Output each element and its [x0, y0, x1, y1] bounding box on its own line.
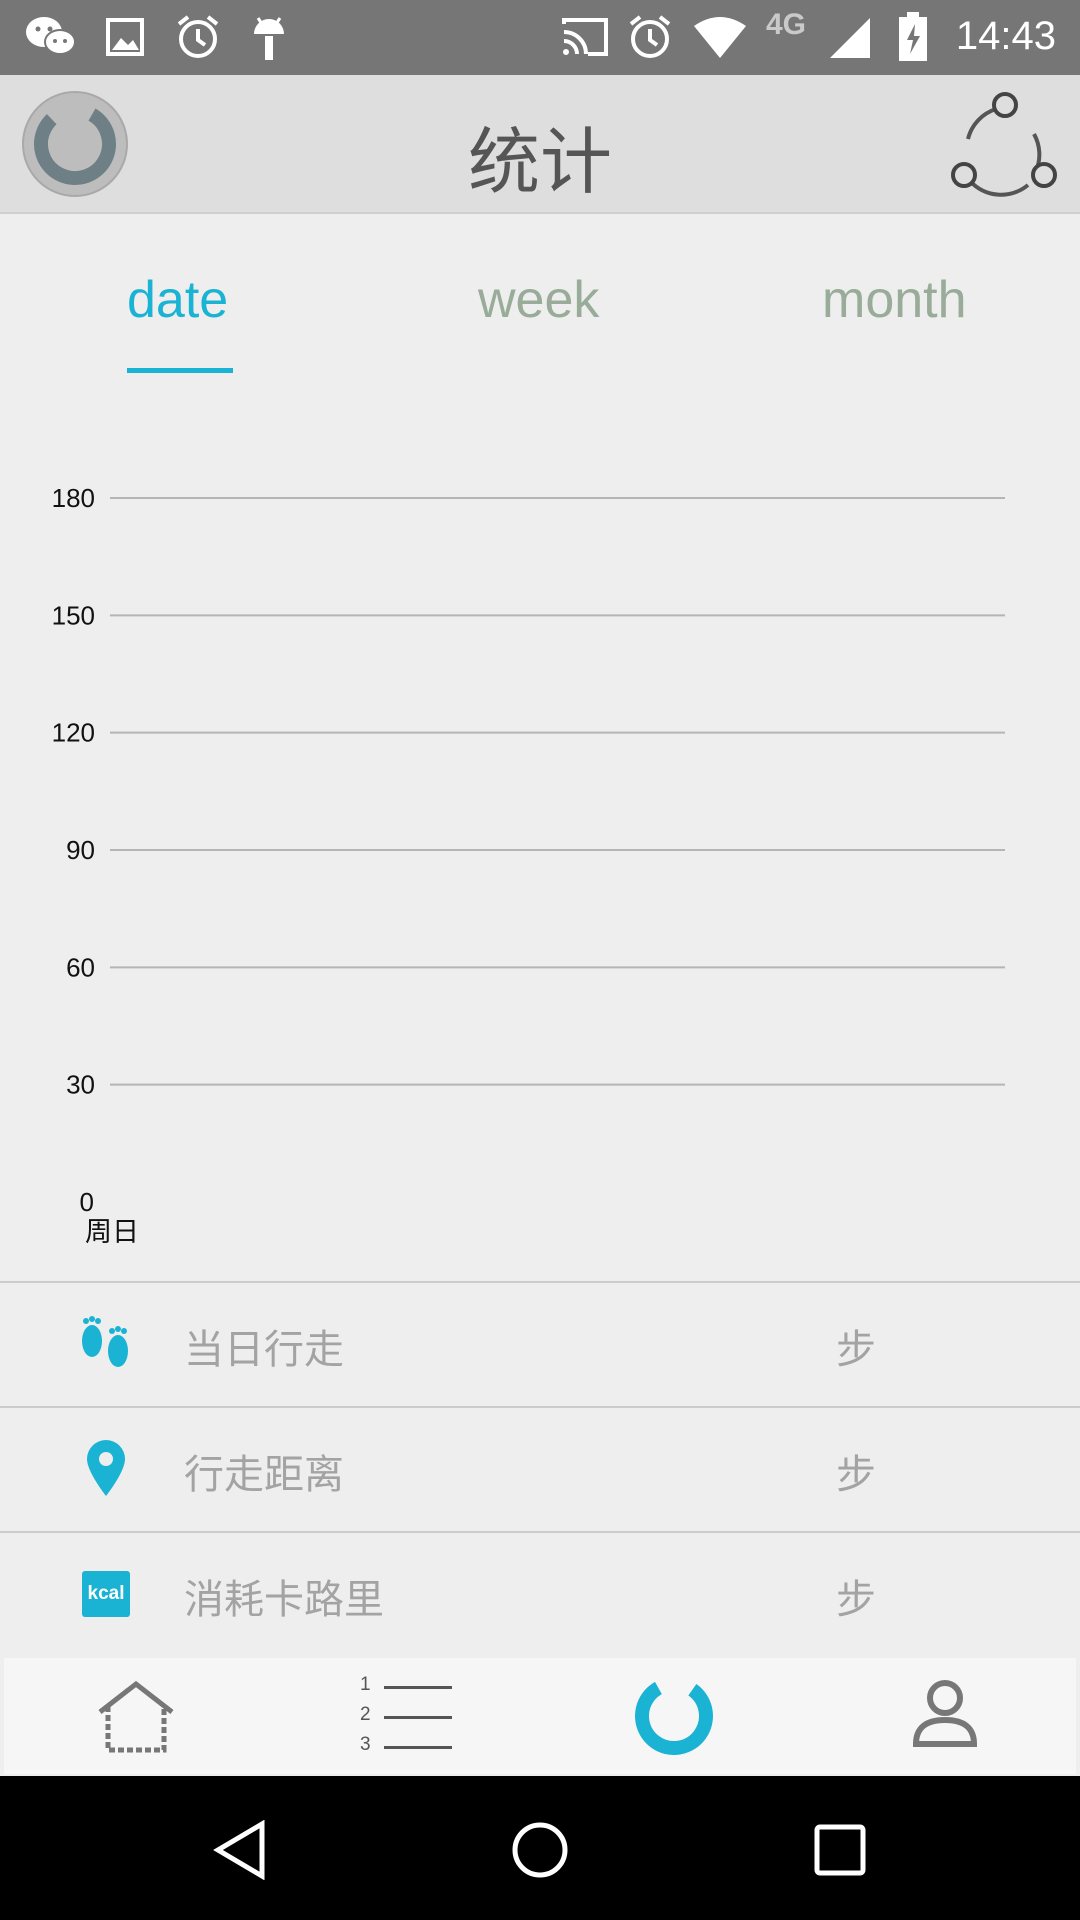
back-icon[interactable]: [212, 1820, 268, 1880]
status-bar: 4G 14:43: [0, 0, 1080, 75]
home-button-icon[interactable]: [510, 1820, 570, 1880]
share-icon[interactable]: [948, 89, 1058, 199]
list-line: [384, 1686, 452, 1689]
y-tick-label: 30: [66, 1070, 95, 1100]
image-icon: [106, 18, 144, 56]
location-pin-icon: [87, 1440, 125, 1496]
wifi-icon: [694, 17, 746, 58]
home-icon[interactable]: [96, 1680, 176, 1754]
stat-label: 当日行走: [184, 1327, 344, 1373]
rank-number: 2: [360, 1704, 371, 1725]
wechat-icon: [26, 17, 76, 55]
stat-label: 消耗卡路里: [184, 1577, 384, 1623]
network-type-label: 4G: [766, 8, 807, 41]
alarm-icon: [177, 15, 219, 58]
page-title: 统计: [467, 120, 612, 204]
stat-row-daily-steps: 当日行走 步: [0, 1281, 1080, 1407]
ranked-list-icon[interactable]: 1 2 3: [356, 1674, 456, 1762]
android-icon: [254, 17, 284, 60]
bottom-nav: 1 2 3: [4, 1658, 1076, 1774]
kcal-icon: kcal: [82, 1571, 130, 1617]
rank-number: 3: [360, 1734, 371, 1755]
stat-unit: 步: [836, 1327, 876, 1373]
stat-unit: 步: [836, 1577, 876, 1623]
list-line: [384, 1716, 452, 1719]
signal-icon: [830, 18, 870, 58]
statistics-ring-icon[interactable]: [632, 1674, 716, 1758]
system-nav-bar: [0, 1776, 1080, 1920]
status-time: 14:43: [955, 14, 1056, 58]
tab-indicator: [127, 368, 233, 373]
cast-icon: [562, 18, 608, 56]
footprints-icon: [82, 1316, 128, 1367]
profile-icon[interactable]: [910, 1678, 980, 1752]
y-tick-label: 60: [66, 952, 95, 982]
x-tick-label: 周日: [85, 1217, 139, 1248]
y-tick-label: 180: [52, 483, 95, 513]
alarm-icon: [629, 15, 671, 58]
stat-unit: 步: [836, 1452, 876, 1498]
stat-label: 行走距离: [184, 1452, 344, 1498]
y-tick-label: 0: [80, 1187, 94, 1217]
y-tick-label: 90: [66, 835, 95, 865]
steps-chart: 180 150 120 90 60 30 0周日: [52, 483, 1005, 1248]
battery-charging-icon: [899, 12, 927, 61]
stat-row-distance: 行走距离 步: [0, 1406, 1080, 1532]
tab-date[interactable]: date: [127, 270, 228, 330]
list-line: [384, 1746, 452, 1749]
recents-icon[interactable]: [812, 1822, 868, 1878]
rank-number: 1: [360, 1674, 371, 1695]
y-tick-label: 120: [52, 718, 95, 748]
tab-month[interactable]: month: [822, 270, 967, 330]
y-tick-label: 150: [52, 600, 95, 630]
app-bar: 统计: [0, 75, 1080, 214]
tab-week[interactable]: week: [478, 270, 599, 330]
stat-row-calories: kcal 消耗卡路里 步: [0, 1531, 1080, 1657]
